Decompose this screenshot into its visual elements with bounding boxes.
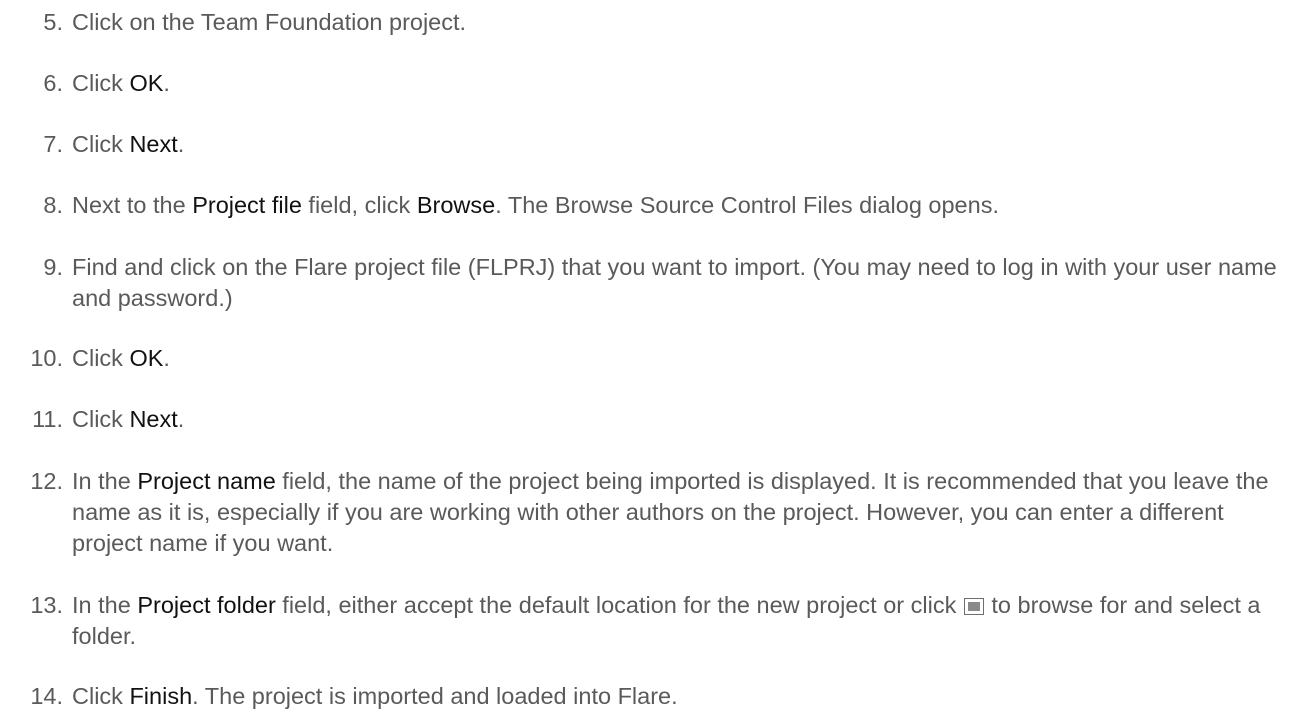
step-number: 13.	[30, 592, 63, 618]
ui-term: Next	[129, 406, 178, 432]
ui-term: OK	[129, 70, 164, 96]
step-text: Next to the Project file field, click Br…	[72, 190, 1294, 221]
step-text: Click Next.	[72, 404, 1294, 435]
step-text-run: In the	[72, 468, 138, 494]
step-number: 12.	[30, 468, 63, 494]
ui-term: Browse	[416, 192, 496, 218]
step-number: 14.	[30, 683, 63, 709]
step-text: In the Project name field, the name of t…	[72, 466, 1294, 559]
step-text-run: .	[177, 131, 185, 157]
step-text-run: Find and click on the Flare project file…	[72, 254, 1277, 311]
step-text: Click on the Team Foundation project.	[72, 7, 1294, 38]
step-text: Find and click on the Flare project file…	[72, 252, 1294, 314]
step-text-run: In the	[72, 592, 138, 618]
step-number: 9.	[43, 254, 63, 280]
step-text: Click OK.	[72, 68, 1294, 99]
step-number: 5.	[43, 9, 63, 35]
ui-term: Finish	[129, 683, 193, 709]
step-text-run: Click	[72, 131, 130, 157]
ui-term: Next	[129, 131, 178, 157]
step-text: Click Finish. The project is imported an…	[72, 681, 1294, 712]
step-number: 8.	[43, 192, 63, 218]
ui-term: Project name	[137, 468, 276, 494]
step-text-run: .	[163, 345, 170, 371]
step-text-run: Next to the	[72, 192, 193, 218]
step-text-run: Click	[72, 70, 130, 96]
step-number: 10.	[30, 345, 63, 371]
step-text-run: Click on the Team Foundation project.	[72, 9, 467, 35]
step-text: Click OK.	[72, 343, 1294, 374]
step-text-run: .	[177, 406, 185, 432]
step-text-run: field, either accept the default locatio…	[275, 592, 963, 618]
ui-term: Project file	[192, 192, 302, 218]
step-number: 7.	[43, 131, 63, 157]
ui-term: OK	[129, 345, 164, 371]
step-text-run: .	[163, 70, 170, 96]
step-text: In the Project folder field, either acce…	[72, 590, 1294, 652]
browse-icon: browse-icon	[963, 598, 984, 615]
step-text-run: field, click	[301, 192, 417, 218]
step-text-run: Click	[72, 406, 130, 432]
step-text: Click Next.	[72, 129, 1294, 160]
step-text-run: . The Browse Source Control Files dialog…	[495, 192, 999, 218]
step-text-run: . The project is imported and loaded int…	[192, 683, 678, 709]
step-number: 11.	[32, 406, 63, 432]
ui-term: Project folder	[137, 592, 276, 618]
step-number: 6.	[43, 70, 63, 96]
step-text-run: Click	[72, 683, 130, 709]
step-text-run: Click	[72, 345, 130, 371]
